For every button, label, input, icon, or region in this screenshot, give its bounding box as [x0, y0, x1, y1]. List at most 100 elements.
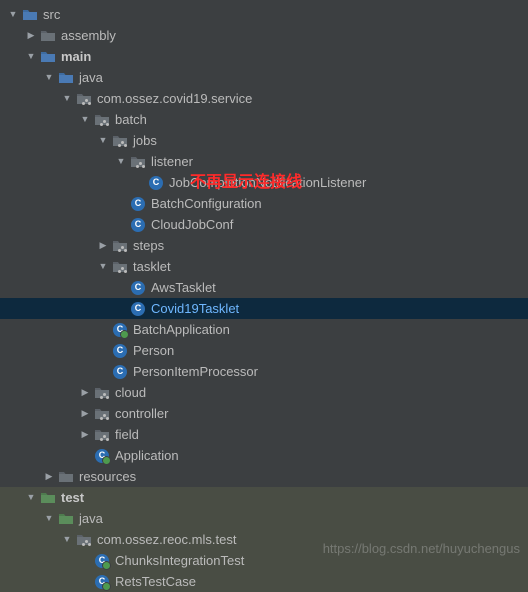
- tree-row[interactable]: ▼ batch: [0, 109, 528, 130]
- expand-arrow-icon[interactable]: ▼: [42, 512, 56, 526]
- folder-icon: [94, 406, 110, 422]
- class-icon: C: [148, 175, 164, 191]
- tree-row[interactable]: ▼ java: [0, 67, 528, 88]
- tree-label: batch: [115, 109, 147, 130]
- tree-row[interactable]: ▶CBatchConfiguration: [0, 193, 528, 214]
- class-icon: C: [130, 217, 146, 233]
- tree-row[interactable]: ▶ controller: [0, 403, 528, 424]
- class-icon: C: [94, 574, 110, 590]
- collapse-arrow-icon[interactable]: ▶: [24, 29, 38, 43]
- tree-label: ChunksIntegrationTest: [115, 550, 244, 571]
- collapse-arrow-icon[interactable]: ▶: [96, 239, 110, 253]
- tree-label: main: [61, 46, 91, 67]
- expand-arrow-icon[interactable]: ▼: [60, 533, 74, 547]
- class-icon: C: [130, 196, 146, 212]
- tree-label: resources: [79, 466, 136, 487]
- tree-label: BatchConfiguration: [151, 193, 262, 214]
- class-icon: C: [94, 448, 110, 464]
- tree-row[interactable]: ▶CAwsTasklet: [0, 277, 528, 298]
- project-tree: ▼ src ▶ assembly ▼ main ▼ java ▼ com.ossez.covid1…: [0, 0, 528, 592]
- collapse-arrow-icon[interactable]: ▶: [42, 470, 56, 484]
- expand-arrow-icon[interactable]: ▼: [24, 50, 38, 64]
- tree-row[interactable]: ▶ resources: [0, 466, 528, 487]
- collapse-arrow-icon[interactable]: ▶: [78, 407, 92, 421]
- expand-arrow-icon[interactable]: ▼: [114, 155, 128, 169]
- tree-row[interactable]: ▶CCloudJobConf: [0, 214, 528, 235]
- tree-row[interactable]: ▶CRetsTestCase: [0, 571, 528, 592]
- tree-row[interactable]: ▼ main: [0, 46, 528, 67]
- folder-icon: [22, 7, 38, 23]
- tree-label: jobs: [133, 130, 157, 151]
- tree-row[interactable]: ▶ assembly: [0, 25, 528, 46]
- tree-label: PersonItemProcessor: [133, 361, 258, 382]
- folder-icon: [94, 112, 110, 128]
- tree-label: java: [79, 508, 103, 529]
- tree-label: RetsTestCase: [115, 571, 196, 592]
- tree-label: BatchApplication: [133, 319, 230, 340]
- tree-row[interactable]: ▶CBatchApplication: [0, 319, 528, 340]
- folder-icon: [76, 91, 92, 107]
- tree-row[interactable]: ▶CJobCompletionNotificationListener: [0, 172, 528, 193]
- tree-row[interactable]: ▶CApplication: [0, 445, 528, 466]
- expand-arrow-icon[interactable]: ▼: [60, 92, 74, 106]
- collapse-arrow-icon[interactable]: ▶: [78, 428, 92, 442]
- tree-row[interactable]: ▶CPersonItemProcessor: [0, 361, 528, 382]
- folder-icon: [58, 511, 74, 527]
- expand-arrow-icon[interactable]: ▼: [6, 8, 20, 22]
- tree-row[interactable]: ▼ src: [0, 4, 528, 25]
- tree-label: cloud: [115, 382, 146, 403]
- tree-label: test: [61, 487, 84, 508]
- folder-icon: [58, 469, 74, 485]
- tree-label: com.ossez.reoc.mls.test: [97, 529, 236, 550]
- folder-icon: [40, 490, 56, 506]
- tree-label: listener: [151, 151, 193, 172]
- tree-row[interactable]: ▼ listener: [0, 151, 528, 172]
- folder-icon: [112, 238, 128, 254]
- tree-label: src: [43, 4, 60, 25]
- tree-label: AwsTasklet: [151, 277, 216, 298]
- tree-label: CloudJobConf: [151, 214, 233, 235]
- folder-icon: [76, 532, 92, 548]
- class-icon: C: [130, 301, 146, 317]
- tree-row[interactable]: ▶CCovid19Tasklet: [0, 298, 528, 319]
- folder-icon: [40, 28, 56, 44]
- folder-icon: [40, 49, 56, 65]
- tree-label: JobCompletionNotificationListener: [169, 172, 366, 193]
- tree-label: java: [79, 67, 103, 88]
- tree-label: tasklet: [133, 256, 171, 277]
- tree-label: com.ossez.covid19.service: [97, 88, 252, 109]
- folder-icon: [94, 427, 110, 443]
- tree-row[interactable]: ▶CChunksIntegrationTest: [0, 550, 528, 571]
- folder-icon: [58, 70, 74, 86]
- tree-row[interactable]: ▼ jobs: [0, 130, 528, 151]
- tree-row[interactable]: ▼ test: [0, 487, 528, 508]
- class-icon: C: [130, 280, 146, 296]
- tree-row[interactable]: ▶ steps: [0, 235, 528, 256]
- class-icon: C: [112, 364, 128, 380]
- tree-row[interactable]: ▼ tasklet: [0, 256, 528, 277]
- tree-row[interactable]: ▼ com.ossez.covid19.service: [0, 88, 528, 109]
- tree-row[interactable]: ▶CPerson: [0, 340, 528, 361]
- class-icon: C: [94, 553, 110, 569]
- expand-arrow-icon[interactable]: ▼: [96, 260, 110, 274]
- tree-label: steps: [133, 235, 164, 256]
- tree-label: Application: [115, 445, 179, 466]
- tree-label: Covid19Tasklet: [151, 298, 239, 319]
- tree-label: controller: [115, 403, 168, 424]
- folder-icon: [112, 133, 128, 149]
- folder-icon: [94, 385, 110, 401]
- tree-label: assembly: [61, 25, 116, 46]
- class-icon: C: [112, 322, 128, 338]
- folder-icon: [130, 154, 146, 170]
- tree-row[interactable]: ▶ cloud: [0, 382, 528, 403]
- tree-row[interactable]: ▼ java: [0, 508, 528, 529]
- class-icon: C: [112, 343, 128, 359]
- tree-row[interactable]: ▶ field: [0, 424, 528, 445]
- tree-row[interactable]: ▼ com.ossez.reoc.mls.test: [0, 529, 528, 550]
- expand-arrow-icon[interactable]: ▼: [42, 71, 56, 85]
- tree-label: field: [115, 424, 139, 445]
- collapse-arrow-icon[interactable]: ▶: [78, 386, 92, 400]
- expand-arrow-icon[interactable]: ▼: [96, 134, 110, 148]
- expand-arrow-icon[interactable]: ▼: [24, 491, 38, 505]
- expand-arrow-icon[interactable]: ▼: [78, 113, 92, 127]
